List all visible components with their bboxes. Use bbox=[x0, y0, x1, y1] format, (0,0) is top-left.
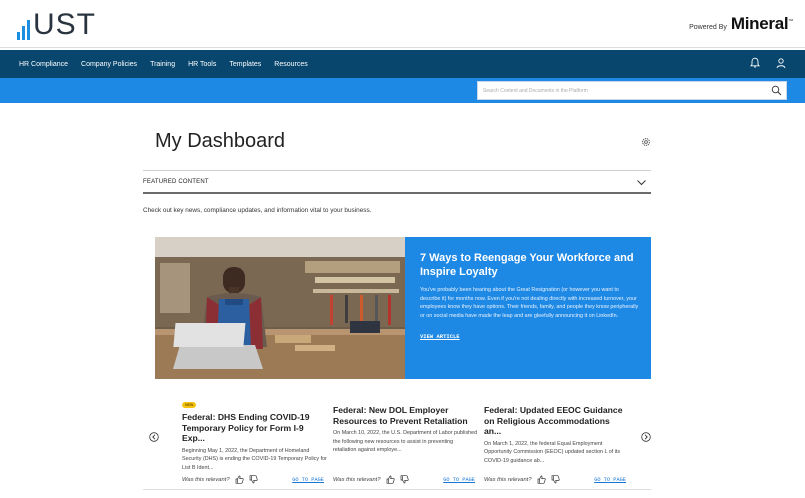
search-box bbox=[477, 81, 787, 100]
nav-item-resources[interactable]: Resources bbox=[274, 61, 307, 68]
search-input[interactable] bbox=[478, 82, 766, 99]
card-summary: On March 1, 2022, the federal Equal Empl… bbox=[484, 440, 621, 464]
news-card: Federal: Updated EEOC Guidance on Religi… bbox=[484, 405, 629, 484]
carousel-next-icon[interactable] bbox=[641, 432, 651, 442]
thumbs-up-icon[interactable] bbox=[386, 475, 395, 484]
gear-icon[interactable] bbox=[641, 137, 651, 147]
card-footer: Was this relevant? GO TO PAGE bbox=[333, 475, 478, 484]
nav-item-hr-compliance[interactable]: HR Compliance bbox=[19, 61, 68, 68]
relevance-prompt: Was this relevant? bbox=[484, 476, 532, 483]
thumbs-down-icon[interactable] bbox=[400, 475, 409, 484]
thumbs-down-icon[interactable] bbox=[249, 475, 258, 484]
powered-by-label: Powered By bbox=[689, 24, 727, 31]
article-image bbox=[155, 237, 405, 379]
search-bar bbox=[0, 78, 805, 103]
featured-intro-text: Check out key news, compliance updates, … bbox=[143, 207, 372, 214]
go-to-page-link[interactable]: GO TO PAGE bbox=[292, 477, 324, 483]
view-article-link[interactable]: VIEW ARTICLE bbox=[420, 333, 460, 340]
main-nav: HR Compliance Company Policies Training … bbox=[0, 50, 805, 78]
new-badge: NEW bbox=[182, 402, 197, 408]
relevance-prompt: Was this relevant? bbox=[182, 476, 230, 483]
trademark-mark: ™ bbox=[788, 18, 793, 25]
featured-article: 7 Ways to Reengage Your Workforce and In… bbox=[155, 237, 651, 379]
nav-item-training[interactable]: Training bbox=[150, 61, 175, 68]
page-title: My Dashboard bbox=[155, 130, 286, 152]
nav-item-templates[interactable]: Templates bbox=[229, 61, 261, 68]
content-divider bbox=[143, 489, 651, 490]
card-summary: Beginning May 1, 2022, the Department of… bbox=[182, 447, 327, 471]
thumbs-up-icon[interactable] bbox=[235, 475, 244, 484]
bell-icon[interactable] bbox=[749, 57, 761, 69]
logo-text: UST bbox=[33, 8, 96, 41]
card-footer: Was this relevant? GO TO PAGE bbox=[484, 475, 629, 484]
woodworker-photo bbox=[155, 237, 405, 379]
thumbs-down-icon[interactable] bbox=[551, 475, 560, 484]
nav-item-company-policies[interactable]: Company Policies bbox=[81, 61, 137, 68]
featured-content-header[interactable]: FEATURED CONTENT bbox=[143, 170, 651, 194]
go-to-page-link[interactable]: GO TO PAGE bbox=[443, 477, 475, 483]
thumbs-up-icon[interactable] bbox=[537, 475, 546, 484]
article-title[interactable]: 7 Ways to Reengage Your Workforce and In… bbox=[420, 251, 639, 279]
news-card: Federal: New DOL Employer Resources to P… bbox=[333, 405, 478, 484]
card-summary: On March 10, 2022, the U.S. Department o… bbox=[333, 430, 478, 453]
app-window: UST Powered By Mineral™ HR Compliance Co… bbox=[0, 0, 805, 498]
powered-by: Powered By Mineral™ bbox=[689, 14, 793, 34]
user-icon[interactable] bbox=[775, 57, 787, 69]
card-title[interactable]: Federal: DHS Ending COVID-19 Temporary P… bbox=[182, 412, 327, 444]
card-footer: Was this relevant? GO TO PAGE bbox=[182, 475, 327, 484]
article-summary: You've probably been hearing about the G… bbox=[420, 287, 639, 319]
article-panel: 7 Ways to Reengage Your Workforce and In… bbox=[405, 237, 651, 379]
mineral-logo: Mineral™ bbox=[731, 14, 793, 34]
card-title[interactable]: Federal: New DOL Employer Resources to P… bbox=[333, 405, 478, 426]
search-icon bbox=[771, 85, 781, 96]
top-header: UST Powered By Mineral™ bbox=[0, 0, 805, 48]
relevance-prompt: Was this relevant? bbox=[333, 476, 381, 483]
logo-bars-icon bbox=[17, 16, 30, 40]
search-button[interactable] bbox=[766, 82, 786, 99]
go-to-page-link[interactable]: GO TO PAGE bbox=[594, 477, 626, 483]
news-card: NEW Federal: DHS Ending COVID-19 Tempora… bbox=[182, 393, 327, 484]
card-title[interactable]: Federal: Updated EEOC Guidance on Religi… bbox=[484, 405, 629, 437]
chevron-down-icon[interactable] bbox=[636, 177, 647, 188]
featured-content-label: FEATURED CONTENT bbox=[143, 178, 209, 185]
carousel-prev-icon[interactable] bbox=[149, 432, 159, 442]
mineral-logo-text: Mineral bbox=[730, 14, 789, 33]
nav-item-hr-tools[interactable]: HR Tools bbox=[188, 61, 216, 68]
ust-logo[interactable]: UST bbox=[17, 8, 96, 40]
